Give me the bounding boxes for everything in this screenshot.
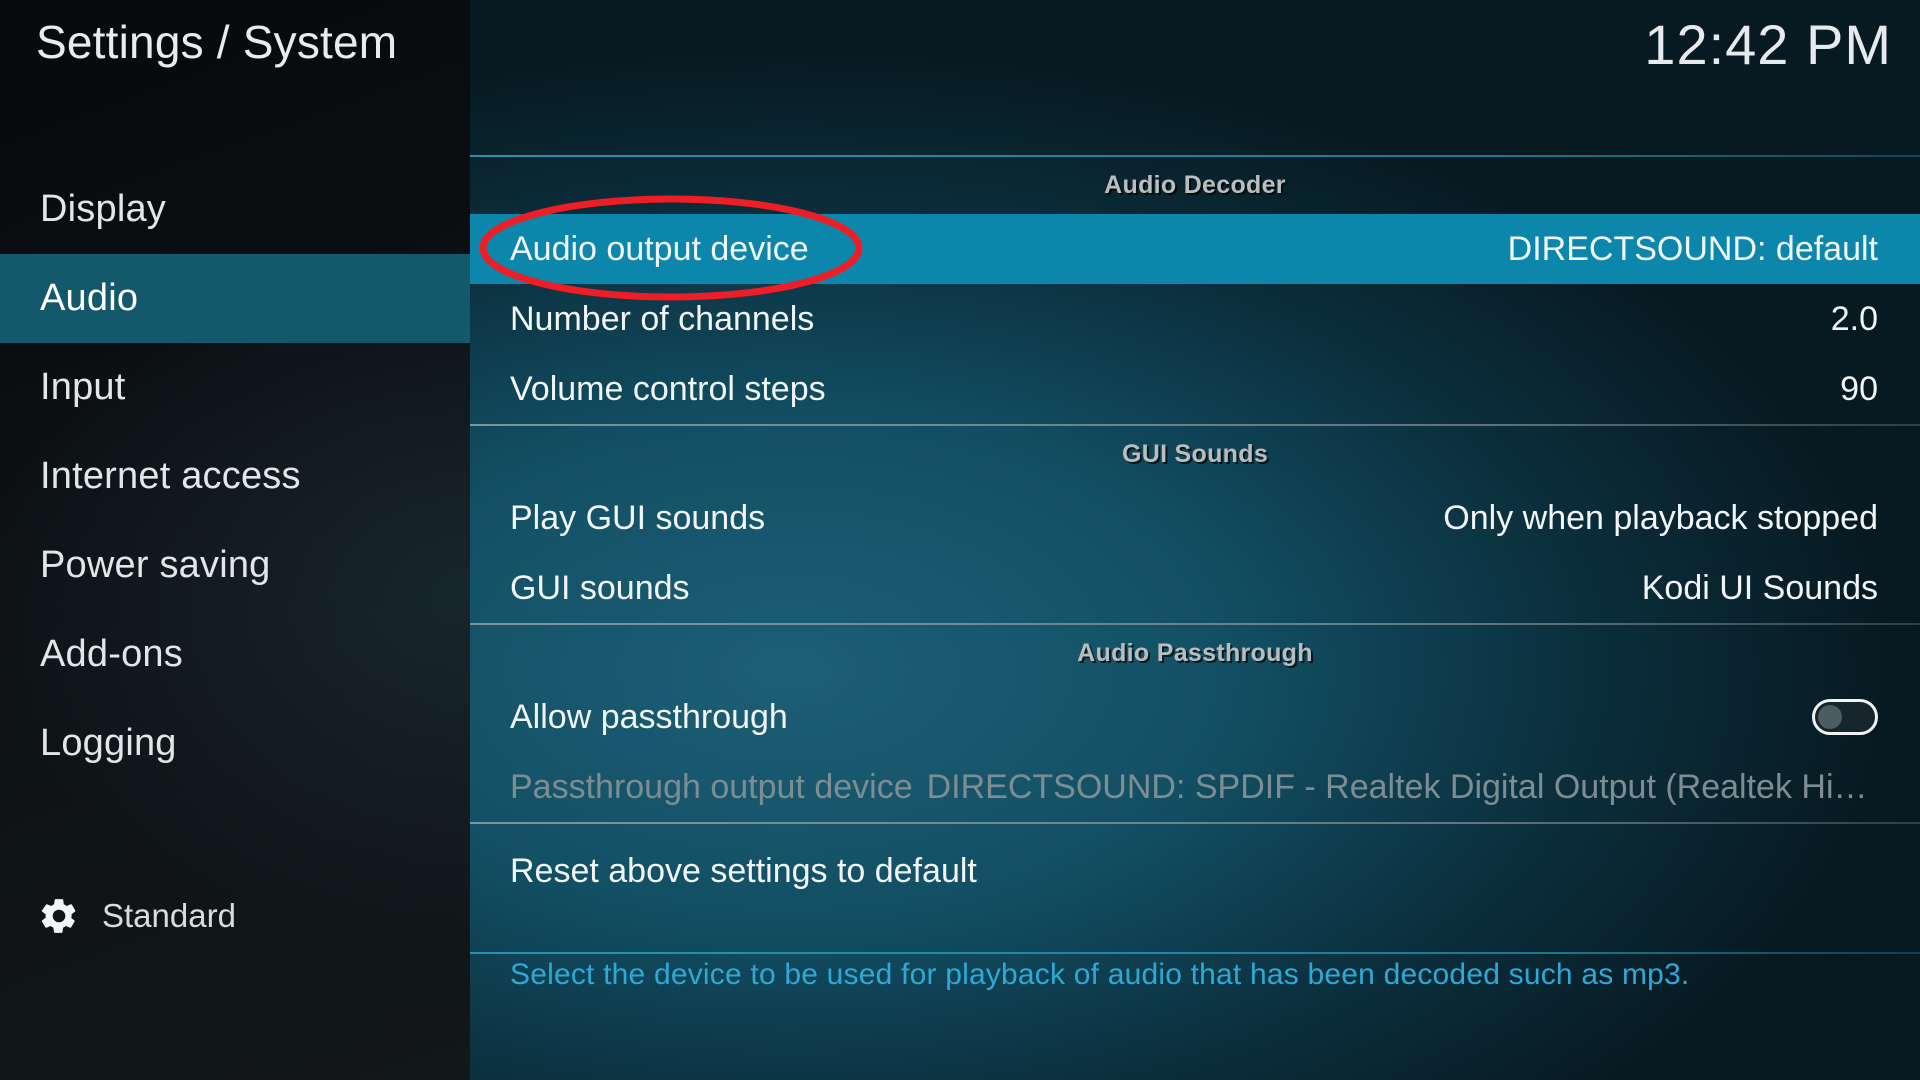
group-header: Audio Passthrough bbox=[1077, 639, 1313, 667]
content-panel: 12:42 PM Audio Decoder Audio output devic… bbox=[470, 0, 1920, 1080]
setting-row[interactable]: GUI sounds Kodi UI Sounds bbox=[470, 553, 1920, 623]
setting-label: Passthrough output device bbox=[510, 767, 913, 806]
sidebar-item-label: Audio bbox=[40, 277, 139, 319]
sidebar-item-label: Logging bbox=[40, 722, 177, 764]
setting-label: Play GUI sounds bbox=[510, 498, 766, 537]
setting-row[interactable]: Audio output device DIRECTSOUND: default bbox=[470, 214, 1920, 284]
setting-label: Allow passthrough bbox=[510, 697, 788, 736]
sidebar-item-display[interactable]: Display bbox=[0, 165, 470, 254]
toggle-knob bbox=[1818, 705, 1842, 729]
setting-label: Reset above settings to default bbox=[510, 851, 977, 890]
setting-value: Kodi UI Sounds bbox=[1641, 568, 1878, 607]
kodi-settings-screen: Settings / System Display Audio Input Inter… bbox=[0, 0, 1920, 1080]
setting-value: DIRECTSOUND: default bbox=[1507, 229, 1878, 268]
setting-label: GUI sounds bbox=[510, 568, 690, 607]
setting-value: 90 bbox=[1840, 369, 1878, 408]
sidebar-item-add-ons[interactable]: Add-ons bbox=[0, 610, 470, 699]
setting-row[interactable]: Volume control steps 90 bbox=[470, 354, 1920, 424]
setting-row: Passthrough output device DIRECTSOUND: SP… bbox=[470, 752, 1920, 822]
sidebar-item-label: Power saving bbox=[40, 544, 271, 586]
footer-divider bbox=[470, 952, 1920, 954]
sidebar: Settings / System Display Audio Input Inter… bbox=[0, 0, 470, 1080]
group-header: Audio Decoder bbox=[1104, 171, 1286, 199]
setting-value: Only when playback stopped bbox=[1443, 498, 1878, 537]
sidebar-item-input[interactable]: Input bbox=[0, 343, 470, 432]
clock: 12:42 PM bbox=[1644, 13, 1892, 76]
setting-label: Audio output device bbox=[510, 229, 809, 268]
sidebar-item-label: Add-ons bbox=[40, 633, 183, 675]
profile-button[interactable]: Standard bbox=[38, 895, 236, 937]
setting-row[interactable]: Play GUI sounds Only when playback stoppe… bbox=[470, 483, 1920, 553]
sidebar-nav: Display Audio Input Internet access Power sa… bbox=[0, 165, 470, 788]
sidebar-item-internet-access[interactable]: Internet access bbox=[0, 432, 470, 521]
sidebar-item-label: Display bbox=[40, 188, 166, 230]
group-header: GUI Sounds bbox=[1121, 440, 1269, 468]
setting-label: Number of channels bbox=[510, 299, 815, 338]
sidebar-item-label: Internet access bbox=[40, 455, 301, 497]
sidebar-item-power-saving[interactable]: Power saving bbox=[0, 521, 470, 610]
gear-icon bbox=[38, 895, 80, 937]
setting-value: 2.0 bbox=[1830, 299, 1878, 338]
setting-label: Volume control steps bbox=[510, 369, 826, 408]
setting-row[interactable]: Allow passthrough bbox=[470, 682, 1920, 752]
setting-row[interactable]: Reset above settings to default bbox=[470, 836, 1920, 906]
setting-value: DIRECTSOUND: SPDIF - Realtek Digital Out… bbox=[926, 767, 1878, 806]
sidebar-item-audio[interactable]: Audio bbox=[0, 254, 470, 343]
sidebar-item-logging[interactable]: Logging bbox=[0, 699, 470, 788]
setting-help-text: Select the device to be used for playbac… bbox=[510, 958, 1690, 991]
sidebar-item-label: Input bbox=[40, 366, 126, 408]
setting-row[interactable]: Number of channels 2.0 bbox=[470, 284, 1920, 354]
settings-list: Audio Decoder Audio output device DIRECTSO… bbox=[470, 155, 1920, 906]
page-title: Settings / System bbox=[36, 16, 398, 68]
toggle-switch[interactable] bbox=[1812, 699, 1878, 735]
profile-label: Standard bbox=[102, 897, 236, 934]
